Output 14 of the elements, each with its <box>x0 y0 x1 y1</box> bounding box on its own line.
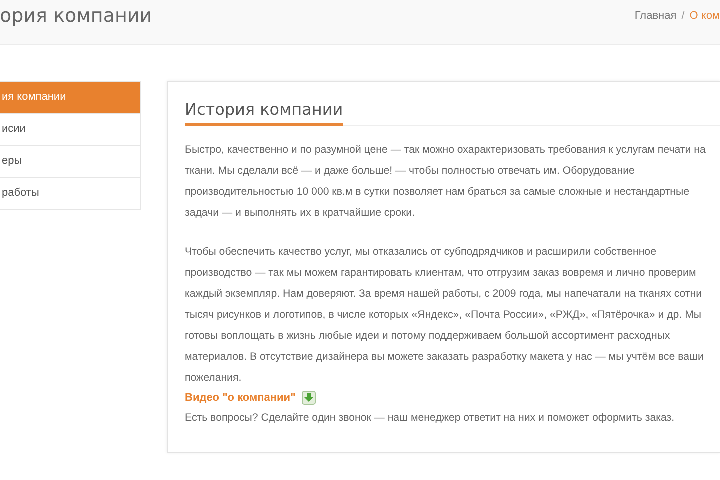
sidebar-item[interactable]: еры <box>0 145 140 177</box>
breadcrumb-link[interactable]: Главная <box>634 10 677 22</box>
paragraph: Быстро, качественно и по разумной цене — так можно охарактеризовать требования к услугам печати на ткани. Мы сделали всё — и даже больше! — чтобы полностью отвечать им. Оборудование производительностью 10 000 кв.м в сутки позволяет нам браться за самые сложные и нестандартные задачи — и выполнять их в кратчайшие сроки. <box>185 143 707 221</box>
paragraph: Чтобы обеспечить качество услуг, мы отказались от субподрядчиков и расширили собственное производство — так мы можем гарантировать клиентам, что отгрузим заказ вовремя и лично проверим каждый экземпляр. Нам доверяют. За время нашей работы, с 2009 года, мы напечатали на тканях сотни тысяч рисунков и логотипов, в числе которых «Яндекс», «Почта России», «РЖД», «Пятёрочка» и др. Мы готовы воплощать в жизнь любые идеи и потому поддерживаем большой ассортимент расходных материалов. В отсутствие дизайнера вы можете заказать разработку макета у нас — мы учтём все ваши пожелания. <box>185 245 705 386</box>
sidebar-item[interactable]: ия компании <box>0 82 140 113</box>
page-title: ория компании <box>0 5 152 27</box>
breadcrumb-link[interactable]: О ком <box>690 10 720 22</box>
contact-text: Есть вопросы? Сделайте один звонок — наш менеджер ответит на них и поможет оформить заказ. <box>185 411 676 426</box>
download-icon[interactable] <box>302 390 316 404</box>
sidebar-item[interactable]: работы <box>0 177 140 209</box>
video-link[interactable]: Видео "о компании" <box>185 392 296 404</box>
breadcrumb-separator: / <box>682 10 685 22</box>
section-heading: История компании <box>185 100 344 126</box>
sidebar-item[interactable]: исии <box>0 113 140 145</box>
